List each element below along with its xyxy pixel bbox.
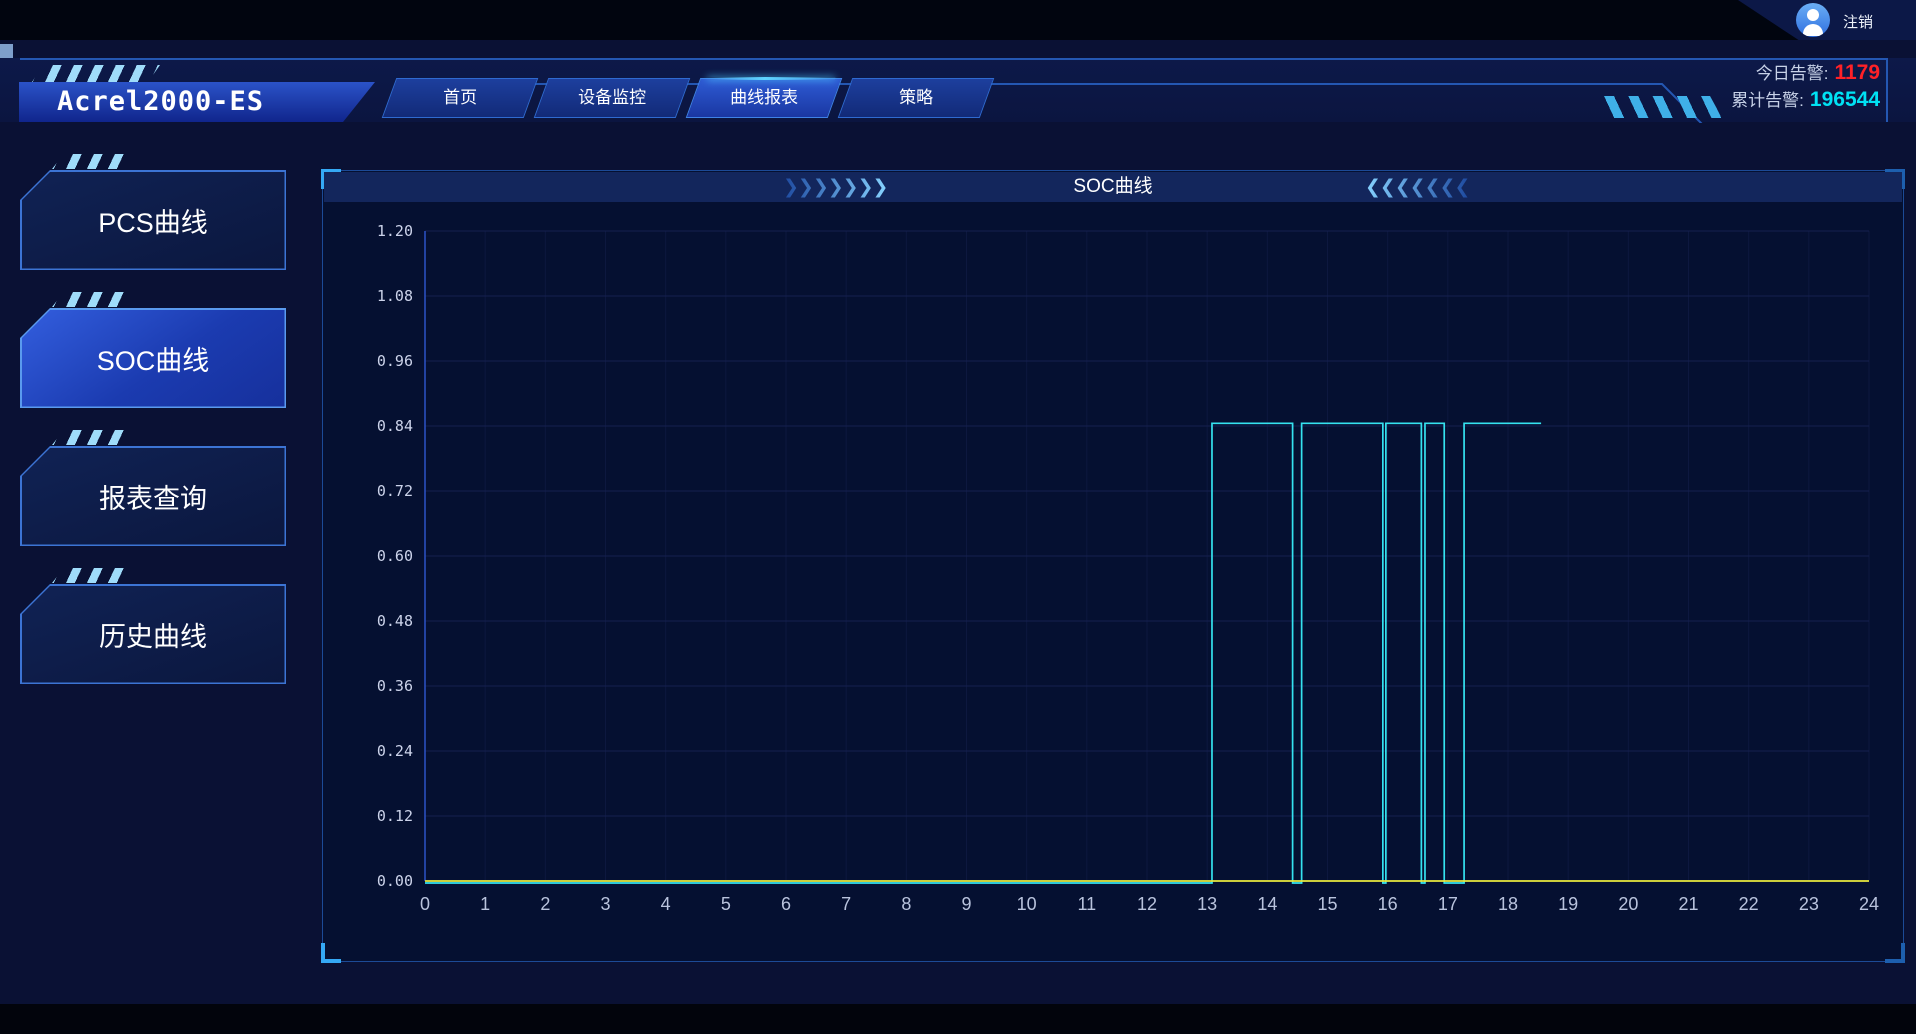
user-avatar-icon[interactable] xyxy=(1796,3,1830,37)
sidebar-item-label: PCS曲线 xyxy=(22,172,285,269)
total-alarm-label: 累计告警: xyxy=(1731,91,1804,110)
alarm-stripes-icon xyxy=(1590,96,1722,118)
hazard-stripes-icon xyxy=(52,154,134,169)
svg-text:0.72: 0.72 xyxy=(377,482,413,500)
sidebar-button-face: 历史曲线 xyxy=(22,586,285,683)
svg-text:24: 24 xyxy=(1859,894,1879,914)
svg-text:8: 8 xyxy=(901,894,911,914)
svg-text:3: 3 xyxy=(600,894,610,914)
tab-label: 设备监控 xyxy=(542,79,682,116)
svg-text:0.60: 0.60 xyxy=(377,547,413,565)
today-alarm-label: 今日告警: xyxy=(1756,64,1829,83)
avatar-body-shape xyxy=(1803,24,1823,36)
svg-text:0.96: 0.96 xyxy=(377,352,413,370)
hazard-stripes-icon xyxy=(52,292,134,307)
sidebar-item-history-curve[interactable]: 历史曲线 xyxy=(20,568,286,684)
svg-text:5: 5 xyxy=(721,894,731,914)
top-bar: 注销 xyxy=(0,0,1916,40)
svg-text:13: 13 xyxy=(1197,894,1217,914)
svg-text:0.12: 0.12 xyxy=(377,807,413,825)
svg-text:1: 1 xyxy=(480,894,490,914)
app-logo: Acrel2000-ES xyxy=(19,82,375,122)
chevrons-left-icon: ❮❮❮❮❮❮❮ xyxy=(1365,172,1469,202)
sidebar-button-face: SOC曲线 xyxy=(22,310,285,407)
today-alarm-value: 1179 xyxy=(1834,61,1880,84)
sidebar-item-report-query[interactable]: 报表查询 xyxy=(20,430,286,546)
bottom-bar xyxy=(0,1004,1916,1034)
sidebar-item-label: SOC曲线 xyxy=(22,310,285,407)
tab-label: 首页 xyxy=(390,79,530,116)
header-ribbon: Acrel2000-ES 首页 设备监控 曲线报表 策略 今日告警: 1179 累… xyxy=(0,55,1916,123)
today-alarm-row: 今日告警: 1179 xyxy=(1731,59,1880,86)
series-SOC xyxy=(425,423,1541,883)
svg-text:21: 21 xyxy=(1678,894,1698,914)
svg-text:14: 14 xyxy=(1257,894,1277,914)
total-alarm-row: 累计告警: 196544 xyxy=(1731,86,1880,113)
svg-text:15: 15 xyxy=(1317,894,1337,914)
hazard-stripes-icon xyxy=(52,430,134,445)
tab-curve-report[interactable]: 曲线报表 xyxy=(686,78,843,118)
hazard-stripes-icon xyxy=(32,65,160,82)
tab-label: 曲线报表 xyxy=(694,79,834,116)
svg-text:0.00: 0.00 xyxy=(377,872,413,890)
soc-chart: 0123456789101112131415161718192021222324… xyxy=(323,171,1905,963)
sidebar-button[interactable]: PCS曲线 xyxy=(20,170,286,270)
panel-title-bar: ❯❯❯❯❯❯❯ SOC曲线 ❮❮❮❮❮❮❮ xyxy=(324,172,1902,202)
sidebar-button[interactable]: 历史曲线 xyxy=(20,584,286,684)
chevrons-right-icon: ❯❯❯❯❯❯❯ xyxy=(783,172,887,202)
svg-text:0.48: 0.48 xyxy=(377,612,413,630)
svg-text:1.08: 1.08 xyxy=(377,287,413,305)
sidebar-button[interactable]: 报表查询 xyxy=(20,446,286,546)
svg-text:11: 11 xyxy=(1077,894,1096,914)
panel-title: SOC曲线 xyxy=(324,172,1902,202)
tab-device-monitor[interactable]: 设备监控 xyxy=(534,78,691,118)
sidebar-item-label: 报表查询 xyxy=(22,448,285,545)
svg-text:7: 7 xyxy=(841,894,851,914)
svg-text:2: 2 xyxy=(540,894,550,914)
svg-text:23: 23 xyxy=(1799,894,1819,914)
tab-home[interactable]: 首页 xyxy=(382,78,539,118)
tab-strategy[interactable]: 策略 xyxy=(838,78,995,118)
svg-text:1.20: 1.20 xyxy=(377,222,413,240)
sidebar-button[interactable]: SOC曲线 xyxy=(20,308,286,408)
svg-text:19: 19 xyxy=(1558,894,1578,914)
svg-text:18: 18 xyxy=(1498,894,1518,914)
svg-text:9: 9 xyxy=(961,894,971,914)
logout-button[interactable]: 注销 xyxy=(1843,11,1873,32)
sidebar-item-pcs-curve[interactable]: PCS曲线 xyxy=(20,154,286,270)
svg-text:4: 4 xyxy=(661,894,671,914)
svg-text:0: 0 xyxy=(420,894,430,914)
svg-text:0.84: 0.84 xyxy=(377,417,413,435)
svg-text:16: 16 xyxy=(1378,894,1398,914)
sidebar-button-face: PCS曲线 xyxy=(22,172,285,269)
svg-text:22: 22 xyxy=(1739,894,1759,914)
svg-text:6: 6 xyxy=(781,894,791,914)
svg-text:0.36: 0.36 xyxy=(377,677,413,695)
svg-text:12: 12 xyxy=(1137,894,1157,914)
sidebar-item-soc-curve[interactable]: SOC曲线 xyxy=(20,292,286,408)
alarm-summary: 今日告警: 1179 累计告警: 196544 xyxy=(1731,59,1880,113)
svg-text:0.24: 0.24 xyxy=(377,742,413,760)
avatar-head-shape xyxy=(1807,9,1819,21)
app-logo-text: Acrel2000-ES xyxy=(19,82,375,122)
svg-text:10: 10 xyxy=(1017,894,1037,914)
soc-curve-panel: 0123456789101112131415161718192021222324… xyxy=(322,170,1904,962)
svg-text:17: 17 xyxy=(1438,894,1458,914)
total-alarm-value: 196544 xyxy=(1810,88,1880,111)
sidebar-button-face: 报表查询 xyxy=(22,448,285,545)
hazard-stripes-icon xyxy=(52,568,134,583)
tab-label: 策略 xyxy=(846,79,986,116)
sidebar-item-label: 历史曲线 xyxy=(22,586,285,683)
svg-text:20: 20 xyxy=(1618,894,1638,914)
